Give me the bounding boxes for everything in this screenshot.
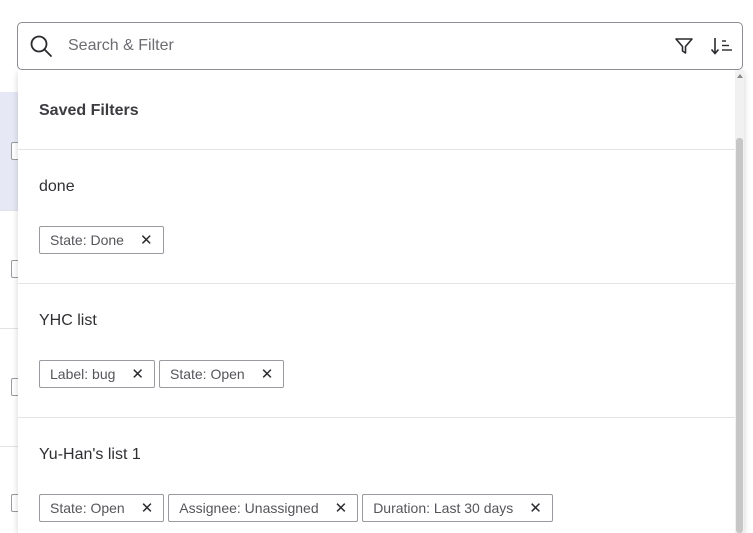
saved-filter-name: done <box>39 178 75 195</box>
filter-chip: Label: bug ✕ <box>39 360 155 388</box>
background-row <box>0 92 25 211</box>
sort-descending-icon[interactable] <box>710 34 734 58</box>
filter-chip: State: Open ✕ <box>158 360 285 388</box>
filter-chip-label: Duration: Last 30 days <box>373 500 514 516</box>
saved-filters-title: Saved Filters <box>39 102 139 119</box>
close-icon[interactable]: ✕ <box>335 501 348 516</box>
filter-chip: Duration: Last 30 days ✕ <box>362 494 553 522</box>
filter-chip-label: Assignee: Unassigned <box>179 500 319 516</box>
filter-chip: Assignee: Unassigned ✕ <box>168 494 359 522</box>
search-icon <box>28 33 54 59</box>
filter-chip-label: State: Open <box>50 500 125 516</box>
filter-chip-label: Label: bug <box>50 366 116 382</box>
saved-filter-yhc-list[interactable]: YHC list Label: bug ✕ State: Open ✕ <box>18 284 735 418</box>
filter-chip-label: State: Open <box>169 366 245 382</box>
search-filter-bar <box>17 22 743 70</box>
saved-filter-yu-hans-list-1[interactable]: Yu-Han's list 1 State: Open ✕ Assignee: … <box>18 418 735 533</box>
saved-filters-dropdown: Saved Filters done State: Done ✕ YHC lis… <box>18 70 744 533</box>
saved-filter-done[interactable]: done State: Done ✕ <box>18 150 735 284</box>
close-icon[interactable]: ✕ <box>140 233 153 248</box>
filter-chips: State: Done ✕ <box>39 226 164 254</box>
background-row <box>0 210 25 329</box>
close-icon[interactable]: ✕ <box>131 367 144 382</box>
background-row <box>0 446 25 533</box>
saved-filter-name: YHC list <box>39 312 97 329</box>
search-input[interactable] <box>66 36 672 56</box>
close-icon[interactable]: ✕ <box>261 367 274 382</box>
saved-filters-header: Saved Filters <box>18 70 735 150</box>
scroll-up-arrow-icon[interactable] <box>737 74 743 78</box>
filter-chip: State: Open ✕ <box>39 494 165 522</box>
close-icon[interactable]: ✕ <box>529 501 542 516</box>
background-row <box>0 328 25 447</box>
filter-chip: State: Done ✕ <box>39 226 164 254</box>
scrollbar-thumb[interactable] <box>736 138 743 533</box>
close-icon[interactable]: ✕ <box>141 501 154 516</box>
filter-chips: State: Open ✕ Assignee: Unassigned ✕ Dur… <box>39 494 553 522</box>
funnel-icon[interactable] <box>672 34 696 58</box>
filter-chip-label: State: Done <box>50 232 124 248</box>
scrollbar[interactable] <box>735 70 744 533</box>
filter-chips: Label: bug ✕ State: Open ✕ <box>39 360 285 388</box>
saved-filter-name: Yu-Han's list 1 <box>39 446 141 463</box>
